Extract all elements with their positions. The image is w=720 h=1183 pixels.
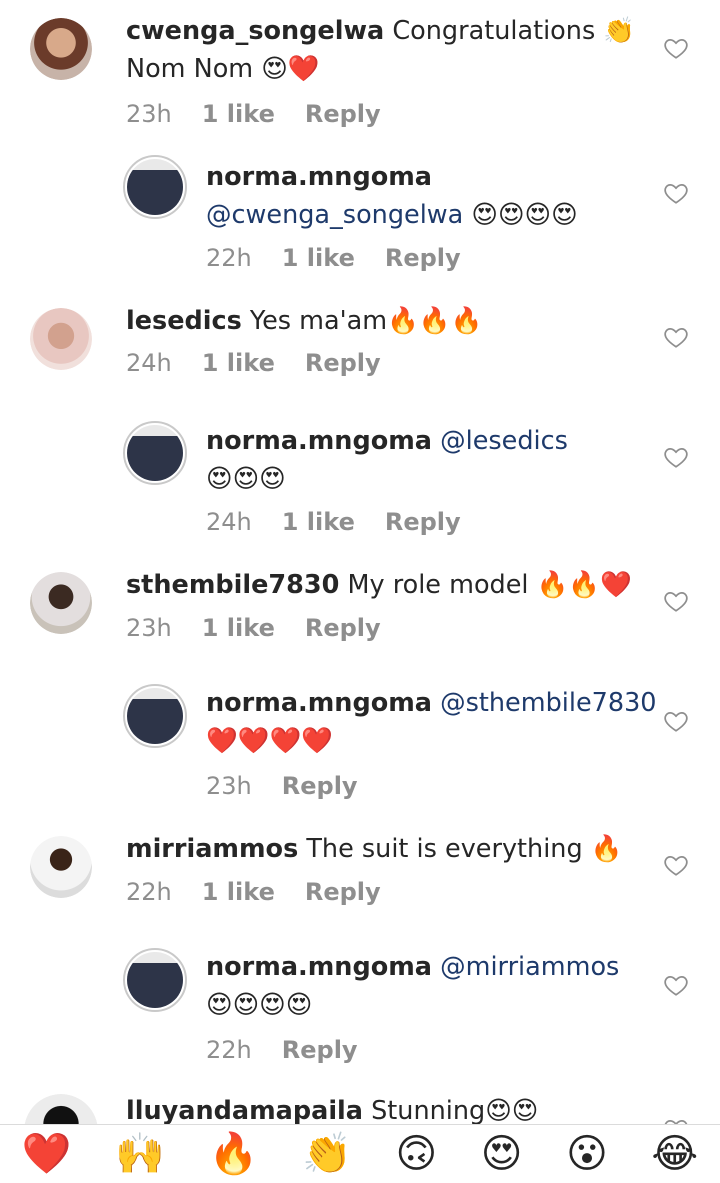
reply-button[interactable]: Reply [385, 508, 461, 536]
comment-meta: 23h 1 like Reply [126, 614, 381, 642]
comment-time: 23h [126, 100, 172, 128]
avatar[interactable] [30, 308, 92, 370]
comment-username[interactable]: norma.mngoma [206, 688, 432, 718]
comment-emojis: ❤️❤️❤️❤️ [206, 726, 334, 756]
heart-outline-icon[interactable] [663, 588, 689, 614]
comment-mention[interactable]: @cwenga_songelwa [206, 200, 463, 230]
comment-time: 24h [126, 349, 172, 377]
comment-likes[interactable]: 1 like [282, 508, 355, 536]
comment-meta: 23h Reply [206, 772, 358, 800]
comment-body-line2: Nom Nom 😍❤️ [126, 54, 320, 84]
comment-time: 22h [206, 1036, 252, 1064]
comment-text: mirriammos The suit is everything 🔥 [126, 830, 636, 868]
comment-text: cwenga_songelwa Congratulations 👏 Nom No… [126, 12, 636, 88]
clapping-hands-emoji-button[interactable]: 👏 [302, 1125, 352, 1183]
comment-username[interactable]: lluyandamapaila [126, 1096, 363, 1124]
avatar[interactable] [123, 421, 187, 485]
comment-likes[interactable]: 1 like [202, 878, 275, 906]
heart-outline-icon[interactable] [663, 972, 689, 998]
comment-meta: 24h 1 like Reply [206, 508, 461, 536]
comment-likes[interactable]: 1 like [202, 614, 275, 642]
comment-emojis: 😍😍😍 [206, 464, 286, 494]
reply-button[interactable]: Reply [305, 349, 381, 377]
heart-outline-icon[interactable] [663, 1116, 689, 1124]
heart-outline-icon[interactable] [663, 35, 689, 61]
comment-time: 24h [206, 508, 252, 536]
reply-button[interactable]: Reply [282, 1036, 358, 1064]
comment-body: Yes ma'am🔥🔥🔥 [249, 306, 483, 336]
heart-outline-icon[interactable] [663, 444, 689, 470]
reply-button[interactable]: Reply [385, 244, 461, 272]
comment-mention[interactable]: @sthembile7830 [440, 688, 656, 718]
comment-username[interactable]: mirriammos [126, 834, 298, 864]
comment-emojis: 😍😍😍😍 [206, 990, 313, 1020]
comment-body: Congratulations 👏 [392, 16, 636, 46]
comment-body: My role model 🔥🔥❤️ [347, 570, 632, 600]
comment-likes[interactable]: 1 like [282, 244, 355, 272]
avatar[interactable] [123, 684, 187, 748]
reply-button[interactable]: Reply [282, 772, 358, 800]
comment-username[interactable]: cwenga_songelwa [126, 16, 384, 46]
heart-eyes-emoji-button[interactable]: 😍 [481, 1125, 523, 1183]
comment-username[interactable]: sthembile7830 [126, 570, 339, 600]
heart-outline-icon[interactable] [663, 324, 689, 350]
red-heart-emoji-button[interactable]: ❤️ [22, 1125, 72, 1183]
avatar[interactable] [30, 836, 92, 898]
comment-meta: 22h Reply [206, 1036, 358, 1064]
comment-time: 22h [206, 244, 252, 272]
comment-time: 22h [126, 878, 172, 906]
comment-username[interactable]: norma.mngoma [206, 426, 432, 456]
comment-username[interactable]: norma.mngoma [206, 952, 432, 982]
comment-text: norma.mngoma @lesedics 😍😍😍 [206, 422, 716, 498]
avatar[interactable] [30, 572, 92, 634]
comment-time: 23h [206, 772, 252, 800]
comment-mention[interactable]: @mirriammos [440, 952, 619, 982]
heart-outline-icon[interactable] [663, 708, 689, 734]
comment-text: norma.mngoma @sthembile7830 ❤️❤️❤️❤️ [206, 684, 716, 760]
open-mouth-emoji-button[interactable]: 😮 [566, 1125, 608, 1183]
comment-text: lluyandamapaila Stunning😍😍 [126, 1092, 636, 1124]
reply-button[interactable]: Reply [305, 878, 381, 906]
comment-text: norma.mngoma @cwenga_songelwa 😍😍😍😍 [206, 158, 716, 234]
heart-outline-icon[interactable] [663, 852, 689, 878]
comment-meta: 22h 1 like Reply [206, 244, 461, 272]
comment-text: sthembile7830 My role model 🔥🔥❤️ [126, 566, 636, 604]
reply-button[interactable]: Reply [305, 100, 381, 128]
heart-outline-icon[interactable] [663, 180, 689, 206]
comment-emojis: 😍😍😍😍 [471, 200, 578, 230]
comment-text: lesedics Yes ma'am🔥🔥🔥 [126, 302, 636, 340]
comment-meta: 24h 1 like Reply [126, 349, 381, 377]
fire-emoji-button[interactable]: 🔥 [209, 1125, 259, 1183]
upside-down-face-emoji-button[interactable]: 🙃 [395, 1125, 437, 1183]
comment-mention[interactable]: @lesedics [440, 426, 568, 456]
comments-list[interactable]: cwenga_songelwa Congratulations 👏 Nom No… [0, 0, 720, 1124]
comment-meta: 23h 1 like Reply [126, 100, 381, 128]
emoji-reaction-bar: ❤️ 🙌 🔥 👏 🙃 😍 😮 😂 [0, 1124, 720, 1183]
comment-meta: 22h 1 like Reply [126, 878, 381, 906]
comment-body: Stunning😍😍 [371, 1096, 539, 1124]
avatar[interactable] [30, 18, 92, 80]
comment-text: norma.mngoma @mirriammos 😍😍😍😍 [206, 948, 716, 1024]
raising-hands-emoji-button[interactable]: 🙌 [115, 1125, 165, 1183]
avatar[interactable] [123, 155, 187, 219]
comment-body: The suit is everything 🔥 [306, 834, 623, 864]
comment-time: 23h [126, 614, 172, 642]
comment-username[interactable]: lesedics [126, 306, 242, 336]
comment-username[interactable]: norma.mngoma [206, 162, 432, 192]
comment-likes[interactable]: 1 like [202, 349, 275, 377]
tears-of-joy-emoji-button[interactable]: 😂 [651, 1125, 698, 1183]
reply-button[interactable]: Reply [305, 614, 381, 642]
comment-likes[interactable]: 1 like [202, 100, 275, 128]
avatar[interactable] [123, 948, 187, 1012]
avatar[interactable] [24, 1094, 98, 1124]
